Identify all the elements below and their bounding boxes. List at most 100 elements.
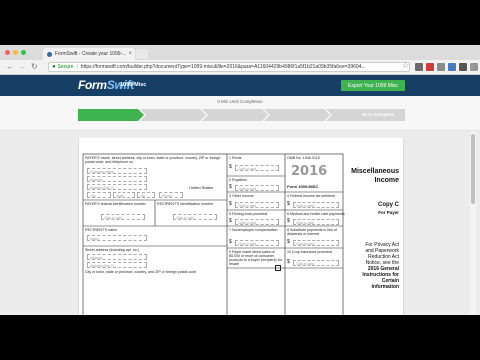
lock-icon: ●: [52, 64, 56, 70]
export-button-label: Export Your 1099 Misc: [347, 82, 399, 89]
box7-field[interactable]: Click to add: [235, 240, 279, 246]
document-name-prefix: 1099-: [120, 82, 135, 88]
browser-tab-bar: FormSwift - Create your 1099-... ×: [0, 45, 480, 60]
page-scrollbar[interactable]: [470, 131, 476, 315]
city-field[interactable]: City: [87, 192, 111, 198]
box10-label: 10 Crop insurance proceeds: [287, 250, 333, 254]
extension-icon[interactable]: [459, 63, 467, 71]
browser-menu-icon[interactable]: ⋮: [472, 62, 480, 72]
document-area: PAYER'S name, street address, city or to…: [0, 131, 480, 315]
progress-step-3: [202, 109, 268, 121]
extension-icon[interactable]: [448, 63, 456, 71]
form-label: Form 1099-MISC: [287, 184, 319, 189]
company-name-field[interactable]: Company name: [87, 168, 147, 174]
secure-label: Secure: [57, 64, 74, 70]
box5-dollar: $: [229, 218, 232, 224]
scrollbar-thumb[interactable]: [471, 134, 475, 204]
payer-name-label: PAYER'S name, street address, city or to…: [85, 156, 221, 164]
street-address-label: Street address (including apt. no.): [85, 248, 139, 252]
country-select[interactable]: United States: [189, 186, 213, 190]
box4-dollar: $: [287, 201, 290, 207]
box2-dollar: $: [229, 184, 232, 190]
box3-field[interactable]: Click to add: [235, 202, 279, 208]
box9-label: 9 Payer made direct sales of $5,000 or m…: [229, 250, 282, 266]
extension-icon[interactable]: [437, 63, 445, 71]
payer-tin-field[interactable]: Click to add: [101, 214, 145, 220]
progress-last-step-label: 50 % Complete: [362, 112, 395, 117]
progress-step-1: [78, 109, 144, 121]
box6-label: 6 Medical and health care payments: [287, 212, 345, 216]
export-button[interactable]: Export Your 1099 Misc: [341, 80, 405, 91]
document-name: 1099-Misc: [120, 82, 146, 88]
tab-close-icon[interactable]: ×: [128, 51, 132, 57]
favicon-icon: [47, 51, 52, 57]
recipient-tin-field[interactable]: Click to add: [173, 214, 217, 220]
address-line2-field[interactable]: Address (line 2): [87, 184, 147, 190]
box5-field[interactable]: Click to add: [235, 219, 279, 225]
box5-label: 5 Fishing boat proceeds: [229, 212, 268, 216]
url-field[interactable]: ● Secure | https://formswift.com/builder…: [48, 62, 410, 72]
box6-field[interactable]: Click to add: [293, 219, 339, 225]
state-field[interactable]: State: [113, 192, 135, 198]
box4-label: 4 Federal income tax withheld: [287, 194, 335, 198]
copy-c-label: Copy C: [378, 202, 399, 208]
tab-title: FormSwift - Create your 1099-...: [55, 51, 127, 57]
document-name-suffix: Misc: [134, 82, 147, 88]
back-icon[interactable]: ←: [6, 62, 14, 72]
zip-field[interactable]: Zip: [137, 192, 155, 198]
browser-tab[interactable]: FormSwift - Create your 1099-... ×: [43, 48, 135, 60]
city-state-label: City or town, state or province, country…: [85, 270, 197, 274]
box2-field[interactable]: Click to add: [235, 185, 279, 191]
privacy-notice: For Privacy Act and Paperwork Reduction …: [347, 242, 399, 290]
box4-field[interactable]: Click to add: [293, 202, 339, 208]
document-page: PAYER'S name, street address, city or to…: [78, 138, 404, 315]
box8-dollar: $: [287, 239, 290, 245]
box8-field[interactable]: Click to add: [293, 240, 339, 246]
recipient-address-field[interactable]: Address: [87, 254, 147, 260]
for-payer-label: For Payer: [378, 210, 399, 215]
form-year: 2016: [291, 164, 328, 179]
box2-label: 2 Royalties: [229, 178, 247, 182]
progress-chevrons: [78, 109, 405, 121]
box8-label: 8 Substitute payments in lieu of dividen…: [287, 228, 337, 236]
box6-dollar: $: [287, 218, 290, 224]
url-separator: |: [76, 64, 78, 70]
recipient-tin-label: RECIPIENT'S identification number: [157, 202, 214, 206]
recipient-name-label: RECIPIENT'S name: [85, 228, 118, 232]
box7-dollar: $: [229, 239, 232, 245]
progress-section: 0 Min Until Completion 50 % Complete: [0, 96, 480, 131]
minimize-window-button[interactable]: [13, 50, 18, 55]
privacy-line: Information: [371, 284, 400, 290]
window-controls: [5, 50, 26, 55]
progress-step-4: [264, 109, 330, 121]
omb-number: OMB No. 1545-0115: [287, 156, 320, 160]
url-text: https://formswift.com/builder.php?docume…: [80, 64, 366, 70]
phone-field[interactable]: Phone: [159, 192, 183, 198]
box9-checkbox[interactable]: [275, 265, 281, 271]
box1-label: 1 Rents: [229, 156, 242, 160]
box3-label: 3 Other income: [229, 194, 254, 198]
forward-icon[interactable]: →: [18, 62, 26, 72]
logo-form: Form: [78, 78, 107, 92]
bookmark-star-icon[interactable]: ☆: [402, 61, 409, 71]
close-window-button[interactable]: [5, 50, 10, 55]
misc-title-line2: Income: [374, 177, 399, 184]
address-field[interactable]: Address: [87, 176, 147, 182]
recipient-name-field[interactable]: Name: [87, 235, 147, 241]
reload-icon[interactable]: ↻: [31, 62, 38, 72]
extension-icons: [415, 63, 478, 71]
box1-field[interactable]: Click to add: [235, 165, 279, 171]
box1-dollar: $: [229, 164, 232, 170]
box7-label: 7 Nonemployee compensation: [229, 228, 278, 232]
misc-title-line1: Miscellaneous: [351, 168, 399, 175]
maximize-window-button[interactable]: [21, 50, 26, 55]
recipient-address-line2-field[interactable]: Address (line 2): [87, 262, 147, 268]
extension-icon[interactable]: [426, 63, 434, 71]
app-header: FormSwift 1099-Misc Export Your 1099 Mis…: [0, 75, 480, 96]
extension-icon[interactable]: [415, 63, 423, 71]
box3-dollar: $: [229, 201, 232, 207]
box10-field[interactable]: Click to add: [293, 260, 339, 266]
screen: FormSwift - Create your 1099-... × ← → ↻…: [0, 45, 480, 315]
payer-tin-label: PAYER'S federal identification number: [85, 202, 146, 206]
new-tab-button[interactable]: [136, 49, 148, 59]
